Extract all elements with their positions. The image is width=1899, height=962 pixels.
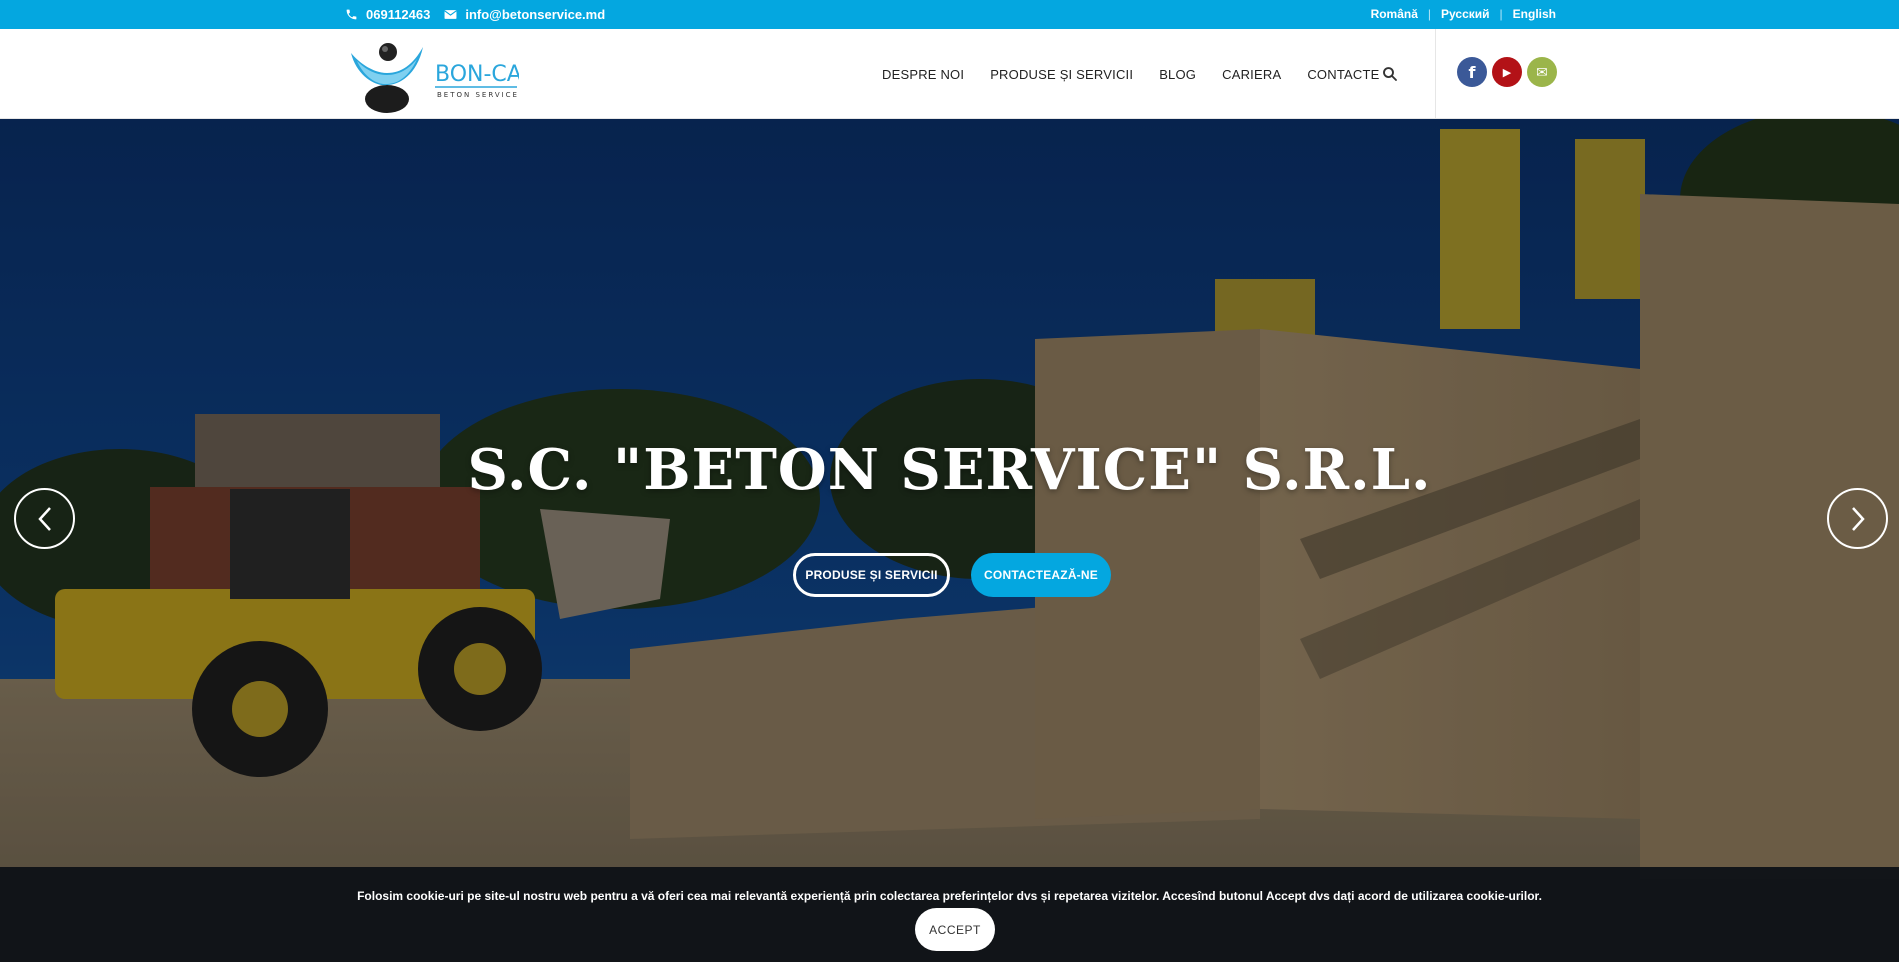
contact-info: 069112463 info@betonservice.md [345, 7, 605, 22]
logo-tagline-text: BETON SERVICE [437, 91, 519, 99]
lang-english[interactable]: English [1513, 7, 1556, 21]
phone-number: 069112463 [366, 7, 431, 22]
main-nav: DESPRE NOI PRODUSE ȘI SERVICII BLOG CARI… [882, 67, 1379, 82]
lang-russian[interactable]: Русский [1441, 7, 1490, 21]
site-logo[interactable]: BON-CAS BETON SERVICE [347, 35, 536, 115]
contact-us-button[interactable]: CONTACTEAZĂ-NE [971, 553, 1111, 597]
cookie-message: Folosim cookie-uri pe site-ul nostru web… [357, 889, 1542, 903]
social-links: f ▶ ✉ [1457, 57, 1557, 87]
chevron-right-icon [1851, 506, 1865, 531]
cookie-accept-button[interactable]: ACCEPT [915, 908, 995, 951]
search-icon[interactable] [1381, 65, 1399, 83]
chevron-left-icon [37, 506, 51, 531]
phone-link[interactable]: 069112463 [345, 7, 430, 22]
header-divider [1435, 29, 1436, 119]
envelope-icon [444, 10, 458, 19]
hero-slider: S.C. "BETON SERVICE" S.R.L. PRODUSE ȘI S… [0, 119, 1899, 962]
youtube-icon: ▶ [1502, 66, 1512, 79]
language-switcher: Română | Русский | English [1371, 7, 1556, 21]
lang-separator: | [1427, 7, 1432, 21]
main-header: BON-CAS BETON SERVICE DESPRE NOI PRODUSE… [0, 29, 1899, 119]
youtube-button[interactable]: ▶ [1492, 57, 1522, 87]
lang-separator: | [1499, 7, 1503, 21]
email-button[interactable]: ✉ [1527, 57, 1557, 87]
nav-despre-noi[interactable]: DESPRE NOI [882, 67, 964, 82]
phone-icon [346, 9, 357, 20]
nav-produse-servicii[interactable]: PRODUSE ȘI SERVICII [990, 67, 1133, 82]
slider-prev-button[interactable] [14, 488, 75, 549]
nav-cariera[interactable]: CARIERA [1222, 67, 1281, 82]
hero-buttons: PRODUSE ȘI SERVICII CONTACTEAZĂ-NE [793, 553, 1111, 597]
facebook-icon: f [1468, 62, 1476, 82]
email-link[interactable]: info@betonservice.md [444, 7, 605, 22]
products-services-button[interactable]: PRODUSE ȘI SERVICII [793, 553, 950, 597]
email-address: info@betonservice.md [465, 7, 606, 22]
nav-contacte[interactable]: CONTACTE [1307, 67, 1379, 82]
mail-icon: ✉ [1536, 63, 1548, 80]
logo-brand-text: BON-CAS [435, 62, 519, 87]
cookie-consent-bar: Folosim cookie-uri pe site-ul nostru web… [0, 867, 1899, 962]
hero-title: S.C. "BETON SERVICE" S.R.L. [467, 437, 1432, 503]
slider-next-button[interactable] [1827, 488, 1888, 549]
hero-background-image [0, 119, 1899, 962]
lang-romana[interactable]: Română [1371, 7, 1418, 21]
top-bar: 069112463 info@betonservice.md Română | … [0, 0, 1899, 29]
facebook-button[interactable]: f [1457, 57, 1487, 87]
nav-blog[interactable]: BLOG [1159, 67, 1196, 82]
